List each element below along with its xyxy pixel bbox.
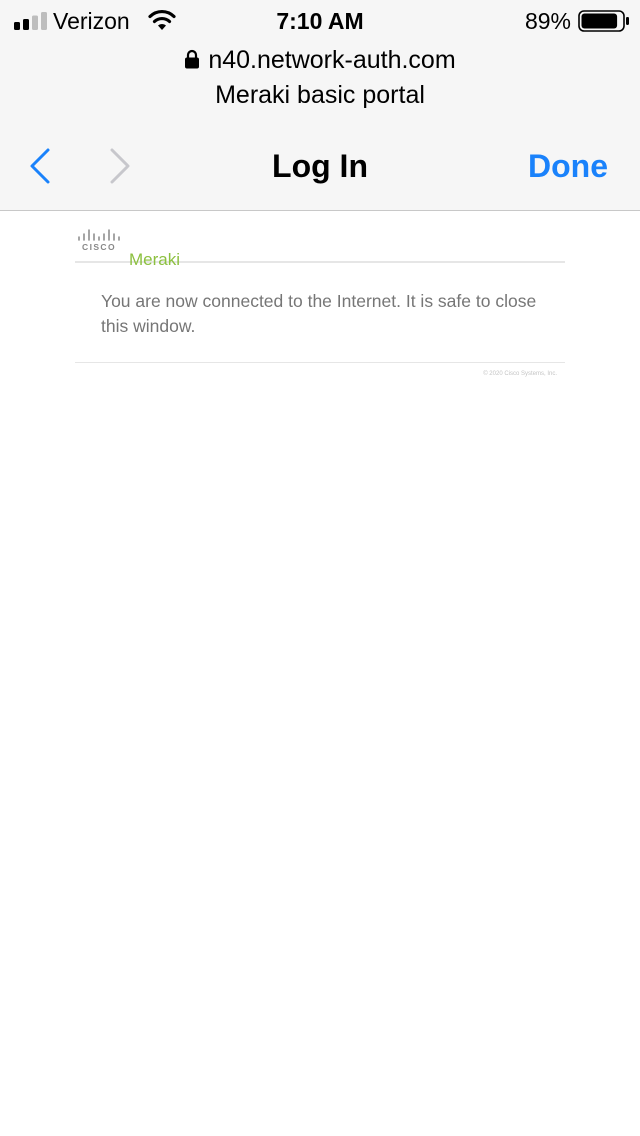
done-button[interactable]: Done [528, 146, 608, 186]
copyright-text: © 2020 Cisco Systems, Inc. [483, 371, 557, 377]
cisco-logo-icon: CISCO [78, 229, 120, 252]
navigation-bar: Log In Done [0, 140, 640, 192]
brand-header: CISCO Meraki [75, 227, 565, 269]
browser-header: Verizon 7:10 AM 89% n40.network-auth.com… [0, 0, 640, 211]
url-text: n40.network-auth.com [208, 46, 456, 74]
lock-icon [185, 49, 200, 69]
connected-message: You are now connected to the Internet. I… [101, 291, 537, 336]
battery-percentage: 89% [524, 8, 571, 34]
meraki-brand: Meraki [129, 250, 181, 269]
status-bar: Verizon 7:10 AM 89% [0, 0, 640, 40]
divider [75, 362, 565, 363]
battery-icon [578, 10, 629, 32]
address-bar[interactable]: n40.network-auth.com [0, 45, 640, 75]
cisco-wordmark: CISCO [82, 242, 116, 252]
page-title: Meraki basic portal [215, 81, 425, 109]
